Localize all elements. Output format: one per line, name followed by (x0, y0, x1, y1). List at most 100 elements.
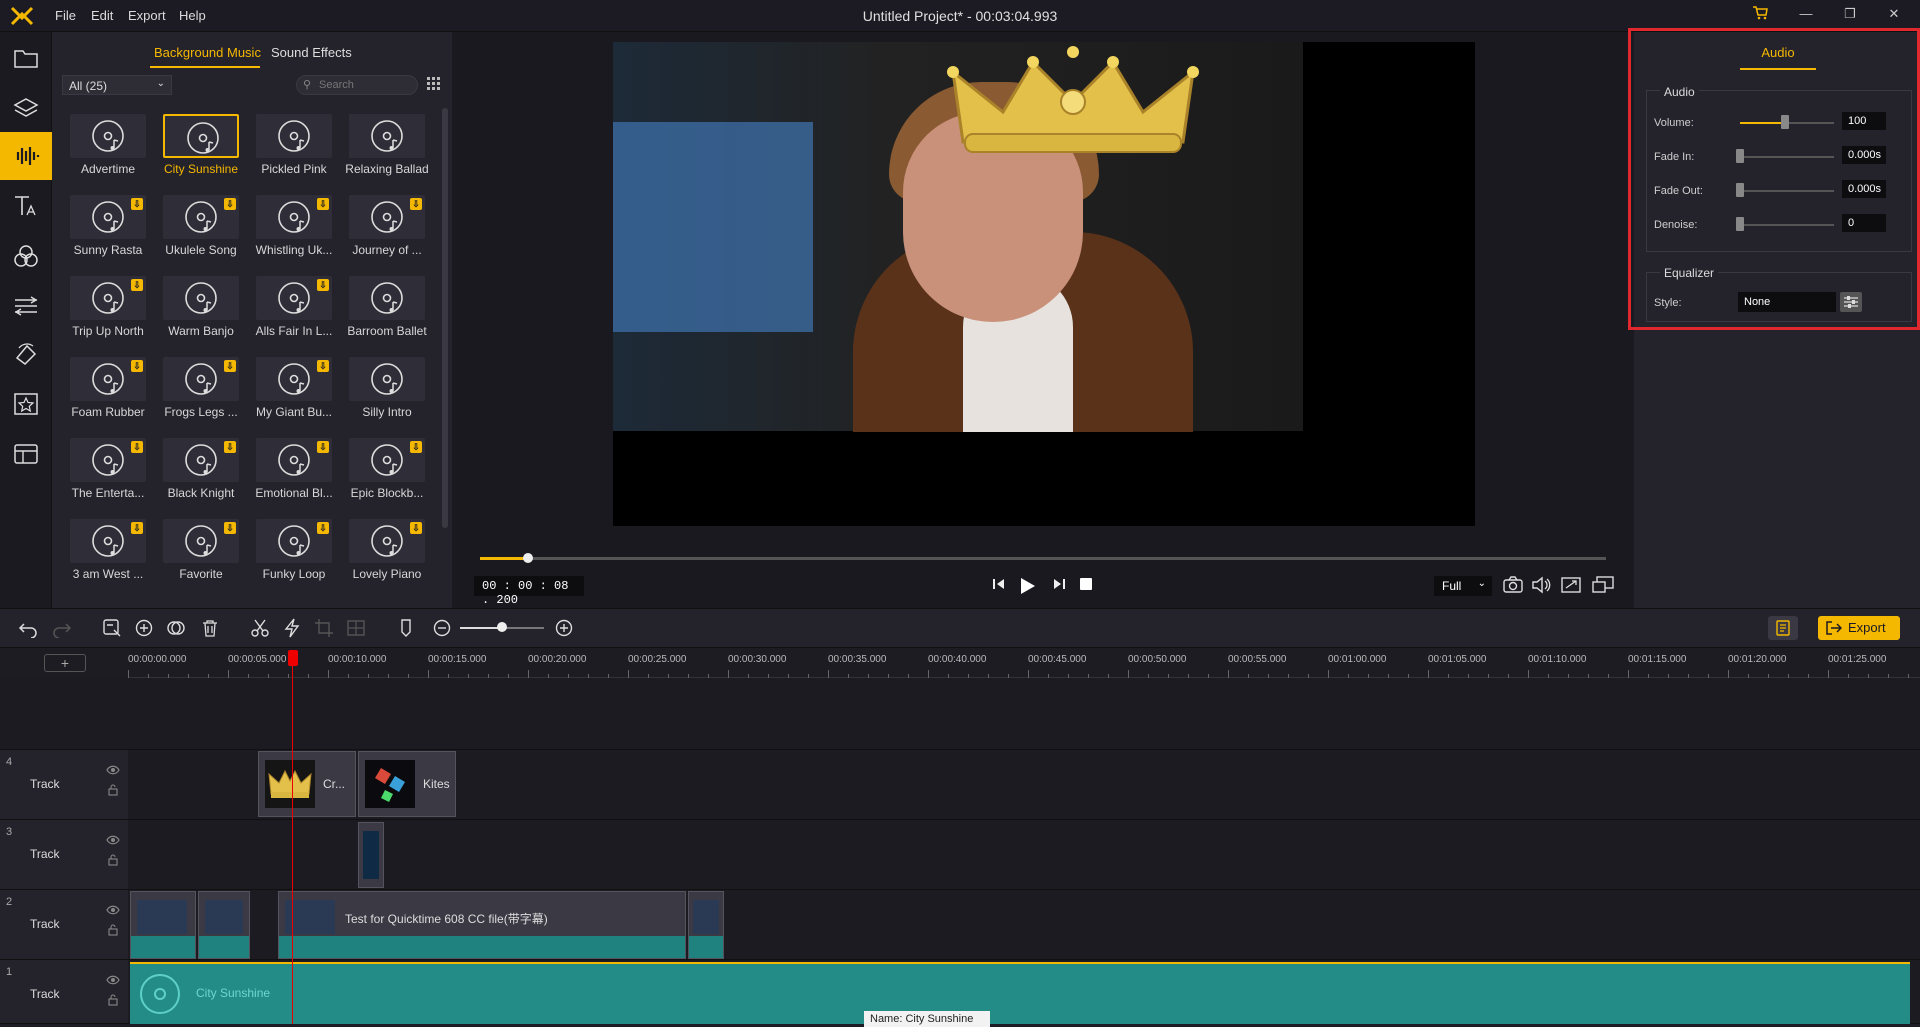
volume-icon[interactable] (1531, 576, 1553, 596)
download-icon[interactable]: ⇩ (224, 198, 236, 210)
download-icon[interactable]: ⇩ (131, 522, 143, 534)
lock-icon[interactable] (108, 994, 118, 1006)
music-tile[interactable] (349, 276, 425, 320)
download-icon[interactable]: ⇩ (317, 360, 329, 372)
cart-icon[interactable] (1750, 6, 1770, 26)
add-to-timeline-icon[interactable] (102, 618, 122, 638)
audio-waveform-icon[interactable] (0, 132, 52, 180)
transitions-icon[interactable] (0, 282, 52, 330)
music-tile[interactable]: ⇩ (256, 195, 332, 239)
play-icon[interactable] (1016, 576, 1038, 596)
lane-track-3[interactable] (128, 820, 1920, 890)
library-search-input[interactable]: ⚲ Search (296, 75, 418, 95)
music-tile[interactable] (163, 276, 239, 320)
download-icon[interactable]: ⇩ (224, 522, 236, 534)
music-tile[interactable] (349, 357, 425, 401)
download-icon[interactable]: ⇩ (317, 522, 329, 534)
add-track-icon[interactable] (134, 618, 154, 638)
music-tile[interactable]: ⇩ (256, 357, 332, 401)
tab-sound-effects[interactable]: Sound Effects (271, 45, 352, 60)
zoom-in-icon[interactable] (554, 618, 574, 638)
stop-icon[interactable] (1075, 576, 1097, 596)
video-clip-a[interactable] (130, 891, 196, 959)
music-tile[interactable]: ⇩ (70, 276, 146, 320)
tab-background-music[interactable]: Background Music (154, 45, 261, 60)
lock-icon[interactable] (108, 784, 118, 796)
animation-icon[interactable] (0, 330, 52, 378)
step-back-icon[interactable] (988, 576, 1010, 596)
music-tile[interactable]: ⇩ (349, 195, 425, 239)
marker-icon[interactable] (396, 618, 416, 638)
snapshot-camera-icon[interactable] (1503, 576, 1525, 596)
download-icon[interactable]: ⇩ (410, 522, 422, 534)
music-tile[interactable] (256, 114, 332, 158)
fullscreen-icon[interactable] (1592, 576, 1614, 596)
mosaic-icon[interactable] (346, 618, 366, 638)
music-tile[interactable]: ⇩ (349, 438, 425, 482)
music-tile[interactable]: ⇩ (256, 438, 332, 482)
undo-icon[interactable] (18, 618, 38, 639)
crown-clip[interactable]: Cr... (258, 751, 356, 817)
render-preview-button[interactable] (1768, 616, 1798, 640)
restore-icon[interactable]: ❐ (1840, 6, 1860, 26)
grid-view-icon[interactable] (426, 76, 442, 92)
add-track-button[interactable]: + (44, 654, 86, 672)
download-icon[interactable]: ⇩ (410, 198, 422, 210)
small-video-clip[interactable] (358, 822, 384, 888)
music-tile[interactable]: ⇩ (163, 195, 239, 239)
visibility-eye-icon[interactable] (106, 904, 120, 915)
templates-icon[interactable] (0, 430, 52, 478)
download-icon[interactable]: ⇩ (224, 441, 236, 453)
layers-icon[interactable] (0, 84, 52, 132)
lock-icon[interactable] (108, 924, 118, 936)
visibility-eye-icon[interactable] (106, 974, 120, 985)
overlays-star-icon[interactable] (0, 380, 52, 428)
music-tile[interactable]: ⇩ (349, 519, 425, 563)
music-tile[interactable]: ⇩ (163, 438, 239, 482)
music-tile[interactable]: ⇩ (70, 438, 146, 482)
category-filter-select[interactable]: All (25) ⌄ (62, 75, 172, 95)
download-icon[interactable]: ⇩ (131, 360, 143, 372)
music-tile[interactable] (70, 114, 146, 158)
music-tile[interactable] (163, 114, 239, 158)
preview-zoom-select[interactable]: Full ⌄ (1434, 576, 1492, 596)
video-clip-main[interactable]: Test for Quicktime 608 CC file(带字幕) (278, 891, 686, 959)
music-tile[interactable]: ⇩ (256, 519, 332, 563)
crop-icon[interactable] (314, 618, 334, 638)
music-tile[interactable]: ⇩ (163, 519, 239, 563)
music-tile[interactable]: ⇩ (256, 276, 332, 320)
lock-icon[interactable] (108, 854, 118, 866)
lane-empty[interactable] (128, 678, 1920, 750)
library-scrollbar[interactable] (442, 108, 448, 528)
playback-progress-track[interactable] (480, 557, 1606, 560)
download-icon[interactable]: ⇩ (131, 279, 143, 291)
music-tile[interactable]: ⇩ (163, 357, 239, 401)
download-icon[interactable]: ⇩ (410, 441, 422, 453)
filters-icon[interactable] (0, 232, 52, 280)
visibility-eye-icon[interactable] (106, 834, 120, 845)
split-scissors-icon[interactable] (250, 618, 270, 638)
export-button[interactable]: Export (1818, 616, 1900, 640)
aspect-ratio-icon[interactable] (1561, 576, 1583, 596)
kites-clip[interactable]: Kites (358, 751, 456, 817)
step-forward-icon[interactable] (1048, 576, 1070, 596)
video-clip-d[interactable] (688, 891, 724, 959)
music-tile[interactable]: ⇩ (70, 519, 146, 563)
download-icon[interactable]: ⇩ (131, 441, 143, 453)
download-icon[interactable]: ⇩ (317, 441, 329, 453)
redo-icon[interactable] (52, 618, 72, 639)
delete-icon[interactable] (200, 618, 220, 638)
media-folder-icon[interactable] (0, 34, 52, 82)
download-icon[interactable]: ⇩ (317, 279, 329, 291)
download-icon[interactable]: ⇩ (224, 360, 236, 372)
download-icon[interactable]: ⇩ (131, 198, 143, 210)
music-tile[interactable] (349, 114, 425, 158)
playhead-handle[interactable] (288, 650, 298, 666)
duplicate-icon[interactable] (166, 618, 186, 638)
video-clip-b[interactable] (198, 891, 250, 959)
speed-lightning-icon[interactable] (282, 618, 302, 638)
timeline-zoom-handle[interactable] (497, 622, 507, 632)
minimize-icon[interactable]: — (1796, 6, 1816, 26)
audio-clip-city-sunshine[interactable]: City Sunshine (130, 962, 1910, 1024)
download-icon[interactable]: ⇩ (317, 198, 329, 210)
